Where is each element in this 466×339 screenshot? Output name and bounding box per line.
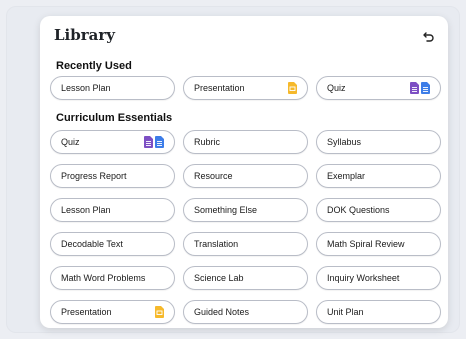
library-item-label: Quiz: [327, 83, 346, 93]
docs-icon: [421, 82, 430, 94]
forms-icon: [144, 136, 153, 148]
library-item-button[interactable]: Syllabus: [316, 130, 441, 154]
library-item-button[interactable]: Resource: [183, 164, 308, 188]
library-item-label: Math Spiral Review: [327, 239, 405, 249]
library-item-button[interactable]: Lesson Plan: [50, 198, 175, 222]
library-item-button[interactable]: DOK Questions: [316, 198, 441, 222]
library-item-label: Lesson Plan: [61, 83, 111, 93]
library-item-label: Unit Plan: [327, 307, 364, 317]
app-icons: [288, 82, 297, 94]
library-item-button[interactable]: Guided Notes: [183, 300, 308, 324]
library-item-button[interactable]: Presentation: [50, 300, 175, 324]
library-item-label: Presentation: [194, 83, 245, 93]
library-item-label: Lesson Plan: [61, 205, 111, 215]
library-item-label: Exemplar: [327, 171, 366, 181]
library-item-button[interactable]: Presentation: [183, 76, 308, 100]
library-item-button[interactable]: Exemplar: [316, 164, 441, 188]
library-item-label: Rubric: [194, 137, 221, 147]
library-item-button[interactable]: Translation: [183, 232, 308, 256]
library-item-button[interactable]: Science Lab: [183, 266, 308, 290]
library-title: Library: [54, 26, 115, 44]
recently-used-heading: Recently Used: [56, 60, 132, 72]
library-item-button[interactable]: Math Word Problems: [50, 266, 175, 290]
library-item-label: Resource: [194, 171, 233, 181]
library-item-label: Math Word Problems: [61, 273, 146, 283]
library-item-label: Translation: [194, 239, 239, 249]
library-item-label: Decodable Text: [61, 239, 123, 249]
library-item-label: Inquiry Worksheet: [327, 273, 400, 283]
library-item-label: Science Lab: [194, 273, 244, 283]
library-item-button[interactable]: Something Else: [183, 198, 308, 222]
recently-used-grid: Lesson Plan Presentation Quiz: [50, 76, 441, 100]
library-item-button[interactable]: Progress Report: [50, 164, 175, 188]
library-item-button[interactable]: Math Spiral Review: [316, 232, 441, 256]
library-item-label: Syllabus: [327, 137, 362, 147]
forms-icon: [410, 82, 419, 94]
library-item-label: Progress Report: [61, 171, 127, 181]
app-icons: [410, 82, 430, 94]
library-item-button[interactable]: Decodable Text: [50, 232, 175, 256]
curriculum-essentials-heading: Curriculum Essentials: [56, 112, 173, 124]
library-item-button[interactable]: Quiz: [316, 76, 441, 100]
library-item-label: Something Else: [194, 205, 258, 215]
slides-icon: [155, 306, 164, 318]
curriculum-essentials-grid: Quiz Rubric Syllabus Progress Report Resourc…: [50, 130, 441, 324]
library-item-label: DOK Questions: [327, 205, 390, 215]
library-item-button[interactable]: Quiz: [50, 130, 175, 154]
library-item-label: Presentation: [61, 307, 112, 317]
undo-button[interactable]: [420, 28, 438, 46]
app-icons: [155, 306, 164, 318]
slides-icon: [288, 82, 297, 94]
library-item-button[interactable]: Rubric: [183, 130, 308, 154]
library-item-button[interactable]: Unit Plan: [316, 300, 441, 324]
library-item-label: Quiz: [61, 137, 80, 147]
library-item-button[interactable]: Lesson Plan: [50, 76, 175, 100]
library-item-button[interactable]: Inquiry Worksheet: [316, 266, 441, 290]
library-item-label: Guided Notes: [194, 307, 250, 317]
background-panel: Library Recently Used Lesson Plan Present…: [6, 6, 460, 333]
library-card: Library Recently Used Lesson Plan Present…: [40, 16, 448, 328]
docs-icon: [155, 136, 164, 148]
undo-icon: [423, 32, 434, 42]
app-icons: [144, 136, 164, 148]
